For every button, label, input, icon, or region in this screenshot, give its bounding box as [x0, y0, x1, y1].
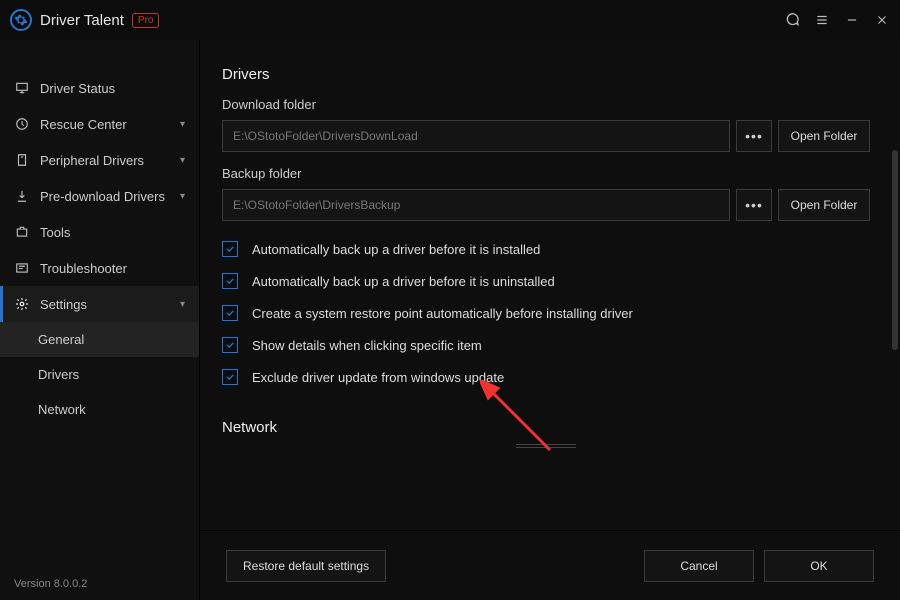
minimize-icon[interactable]: [844, 12, 860, 28]
ok-button[interactable]: OK: [764, 550, 874, 582]
close-icon[interactable]: [874, 12, 890, 28]
backup-folder-open-button[interactable]: Open Folder: [778, 189, 870, 221]
version-label: Version 8.0.0.2: [14, 578, 87, 590]
download-folder-browse-button[interactable]: •••: [736, 120, 772, 152]
chevron-down-icon: ▾: [180, 299, 185, 310]
checkbox-row-exclude-windows-update: Exclude driver update from windows updat…: [222, 369, 870, 385]
checkbox-auto-backup-install[interactable]: [222, 241, 238, 257]
sidebar-item-driver-status[interactable]: Driver Status: [0, 70, 199, 106]
troubleshoot-icon: [14, 260, 30, 276]
cancel-button[interactable]: Cancel: [644, 550, 754, 582]
peripheral-icon: [14, 152, 30, 168]
gear-icon: [14, 13, 28, 27]
checkbox-label: Exclude driver update from windows updat…: [252, 370, 504, 385]
check-icon: [225, 340, 235, 350]
settings-scroll-area: Drivers Download folder E:\OStotoFolder\…: [200, 40, 900, 520]
main-panel: Drivers Download folder E:\OStotoFolder\…: [200, 40, 900, 600]
app-title: Driver Talent: [40, 12, 124, 29]
checkbox-label: Automatically back up a driver before it…: [252, 274, 555, 289]
rescue-icon: [14, 116, 30, 132]
settings-icon: [14, 296, 30, 312]
drivers-section-title: Drivers: [222, 66, 870, 83]
backup-folder-input[interactable]: E:\OStotoFolder\DriversBackup: [222, 189, 730, 221]
checkbox-restore-point[interactable]: [222, 305, 238, 321]
sidebar-item-label: Peripheral Drivers: [40, 153, 144, 168]
sidebar: Driver Status Rescue Center ▾ Peripheral…: [0, 40, 200, 600]
titlebar: Driver Talent Pro: [0, 0, 900, 40]
scrollbar-track: [892, 100, 898, 510]
download-folder-input[interactable]: E:\OStotoFolder\DriversDownLoad: [222, 120, 730, 152]
sidebar-subitem-general[interactable]: General: [0, 322, 199, 357]
checkbox-row-restore-point: Create a system restore point automatica…: [222, 305, 870, 321]
checkbox-row-auto-backup-uninstall: Automatically back up a driver before it…: [222, 273, 870, 289]
sidebar-item-settings[interactable]: Settings ▾: [0, 286, 199, 322]
network-section-title: Network: [222, 419, 870, 436]
download-icon: [14, 188, 30, 204]
restore-defaults-button[interactable]: Restore default settings: [226, 550, 386, 582]
sidebar-item-peripheral-drivers[interactable]: Peripheral Drivers ▾: [0, 142, 199, 178]
sidebar-subitem-network[interactable]: Network: [0, 392, 199, 427]
backup-folder-browse-button[interactable]: •••: [736, 189, 772, 221]
sidebar-item-pre-download-drivers[interactable]: Pre-download Drivers ▾: [0, 178, 199, 214]
backup-folder-row: E:\OStotoFolder\DriversBackup ••• Open F…: [222, 189, 870, 221]
sidebar-item-tools[interactable]: Tools: [0, 214, 199, 250]
checkbox-show-details[interactable]: [222, 337, 238, 353]
footer: Restore default settings Cancel OK: [200, 530, 900, 600]
checkbox-label: Automatically back up a driver before it…: [252, 242, 540, 257]
layout: Driver Status Rescue Center ▾ Peripheral…: [0, 40, 900, 600]
checkbox-auto-backup-uninstall[interactable]: [222, 273, 238, 289]
monitor-icon: [14, 80, 30, 96]
check-icon: [225, 276, 235, 286]
check-icon: [225, 372, 235, 382]
download-folder-label: Download folder: [222, 97, 870, 112]
feedback-icon[interactable]: [784, 12, 800, 28]
checkbox-label: Show details when clicking specific item: [252, 338, 482, 353]
sidebar-item-troubleshooter[interactable]: Troubleshooter: [0, 250, 199, 286]
chevron-down-icon: ▾: [180, 191, 185, 202]
sidebar-item-label: Troubleshooter: [40, 261, 127, 276]
sidebar-item-label: Rescue Center: [40, 117, 127, 132]
sidebar-item-label: Driver Status: [40, 81, 115, 96]
download-folder-row: E:\OStotoFolder\DriversDownLoad ••• Open…: [222, 120, 870, 152]
sidebar-item-label: Settings: [40, 297, 87, 312]
scrollbar-thumb[interactable]: [892, 150, 898, 350]
backup-folder-label: Backup folder: [222, 166, 870, 181]
chevron-down-icon: ▾: [180, 119, 185, 130]
settings-submenu: General Drivers Network: [0, 322, 199, 427]
sidebar-item-rescue-center[interactable]: Rescue Center ▾: [0, 106, 199, 142]
app-logo: [10, 9, 32, 31]
sidebar-item-label: Tools: [40, 225, 70, 240]
section-resize-handle[interactable]: [516, 444, 576, 448]
menu-icon[interactable]: [814, 12, 830, 28]
checkbox-label: Create a system restore point automatica…: [252, 306, 633, 321]
checkbox-exclude-windows-update[interactable]: [222, 369, 238, 385]
sidebar-subitem-drivers[interactable]: Drivers: [0, 357, 199, 392]
sidebar-item-label: Pre-download Drivers: [40, 189, 165, 204]
chevron-down-icon: ▾: [180, 155, 185, 166]
pro-badge: Pro: [132, 13, 160, 28]
download-folder-open-button[interactable]: Open Folder: [778, 120, 870, 152]
check-icon: [225, 244, 235, 254]
tools-icon: [14, 224, 30, 240]
checkbox-row-auto-backup-install: Automatically back up a driver before it…: [222, 241, 870, 257]
check-icon: [225, 308, 235, 318]
titlebar-actions: [784, 12, 890, 28]
checkbox-row-show-details: Show details when clicking specific item: [222, 337, 870, 353]
